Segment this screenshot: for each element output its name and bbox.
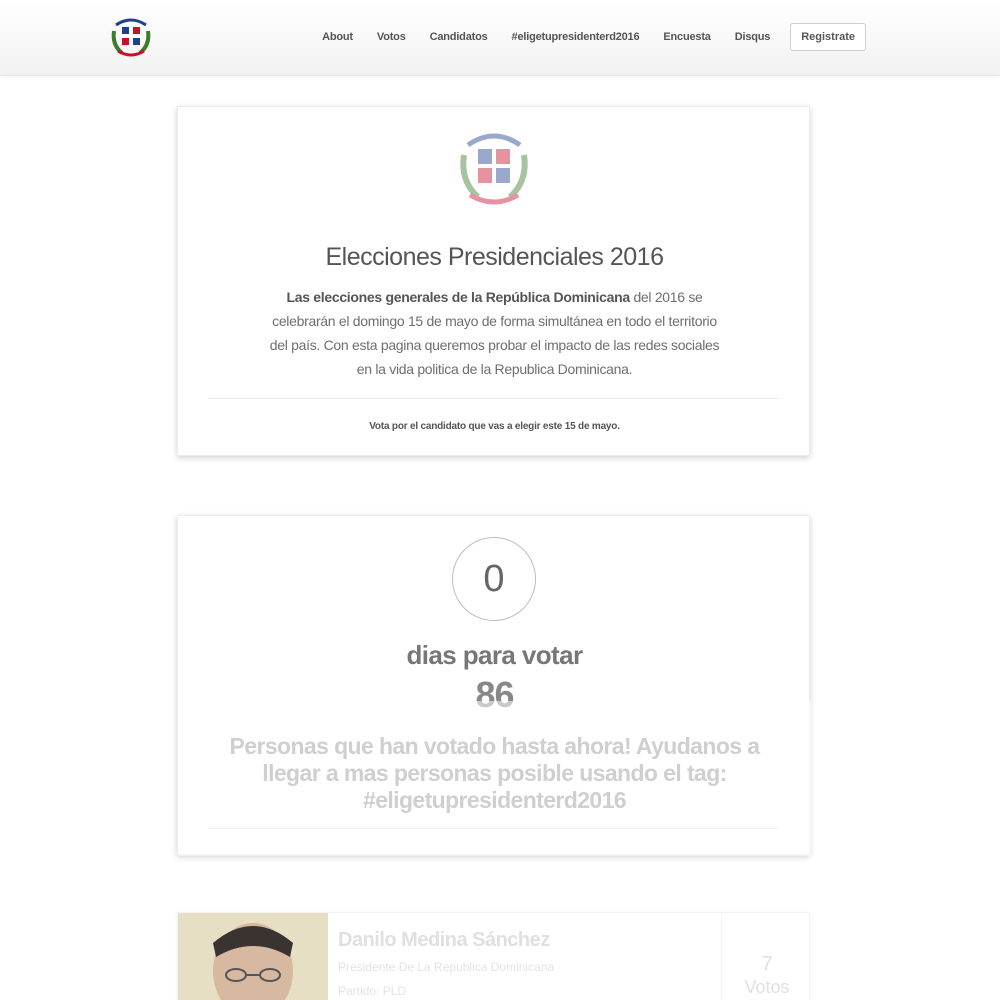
register-button[interactable]: Registrate (790, 23, 866, 51)
intro-card: Elecciones Presidenciales 2016 Las elecc… (177, 106, 810, 456)
intro-footer: Vota por el candidato que vas a elegir e… (178, 421, 811, 432)
candidate-party: Partido: PLD (338, 984, 407, 998)
candidate-role: Presidente De La Republica Dominicana (338, 960, 555, 974)
intro-footer-text: Vota por el candidato que vas a elegir e… (369, 421, 565, 432)
nav-link-votos[interactable]: Votos (377, 31, 406, 43)
intro-description-bold: Las elecciones generales de la República… (286, 289, 630, 305)
candidate-portrait-icon (178, 913, 328, 1000)
votes-message: Personas que han votado hasta ahora! Ayu… (229, 733, 761, 813)
candidate-card[interactable]: Danilo Medina Sánchez Presidente De La R… (177, 912, 810, 1000)
candidate-votes-box: 7 Votos (721, 913, 811, 1000)
divider (208, 398, 779, 399)
nav-link-candidatos[interactable]: Candidatos (430, 31, 488, 43)
coat-of-arms-icon (460, 133, 528, 205)
counter-card: 0 dias para votar 86 Personas que han vo… (177, 515, 811, 856)
nav-link-disqus[interactable]: Disqus (735, 31, 771, 43)
candidate-name: Danilo Medina Sánchez (338, 929, 550, 951)
coat-of-arms-icon[interactable] (108, 13, 154, 59)
candidate-votes-count: 7 (761, 953, 773, 975)
nav-links: About Votos Candidatos #eligetupresident… (298, 22, 866, 52)
divider (208, 828, 779, 829)
intro-footer-date: 15 de mayo. (564, 421, 620, 432)
candidate-photo (178, 913, 328, 1000)
days-label: dias para votar (406, 640, 584, 670)
days-counter-circle: 0 (452, 537, 536, 621)
page-title: Elecciones Presidenciales 2016 (325, 243, 665, 271)
candidate-votes-label: Votos (744, 977, 790, 997)
intro-description: Las elecciones generales de la República… (268, 285, 721, 381)
nav-link-about[interactable]: About (322, 31, 353, 43)
navbar: About Votos Candidatos #eligetupresident… (0, 0, 1000, 76)
nav-link-hashtag[interactable]: #eligetupresidenterd2016 (512, 31, 640, 43)
nav-link-encuesta[interactable]: Encuesta (663, 31, 711, 43)
